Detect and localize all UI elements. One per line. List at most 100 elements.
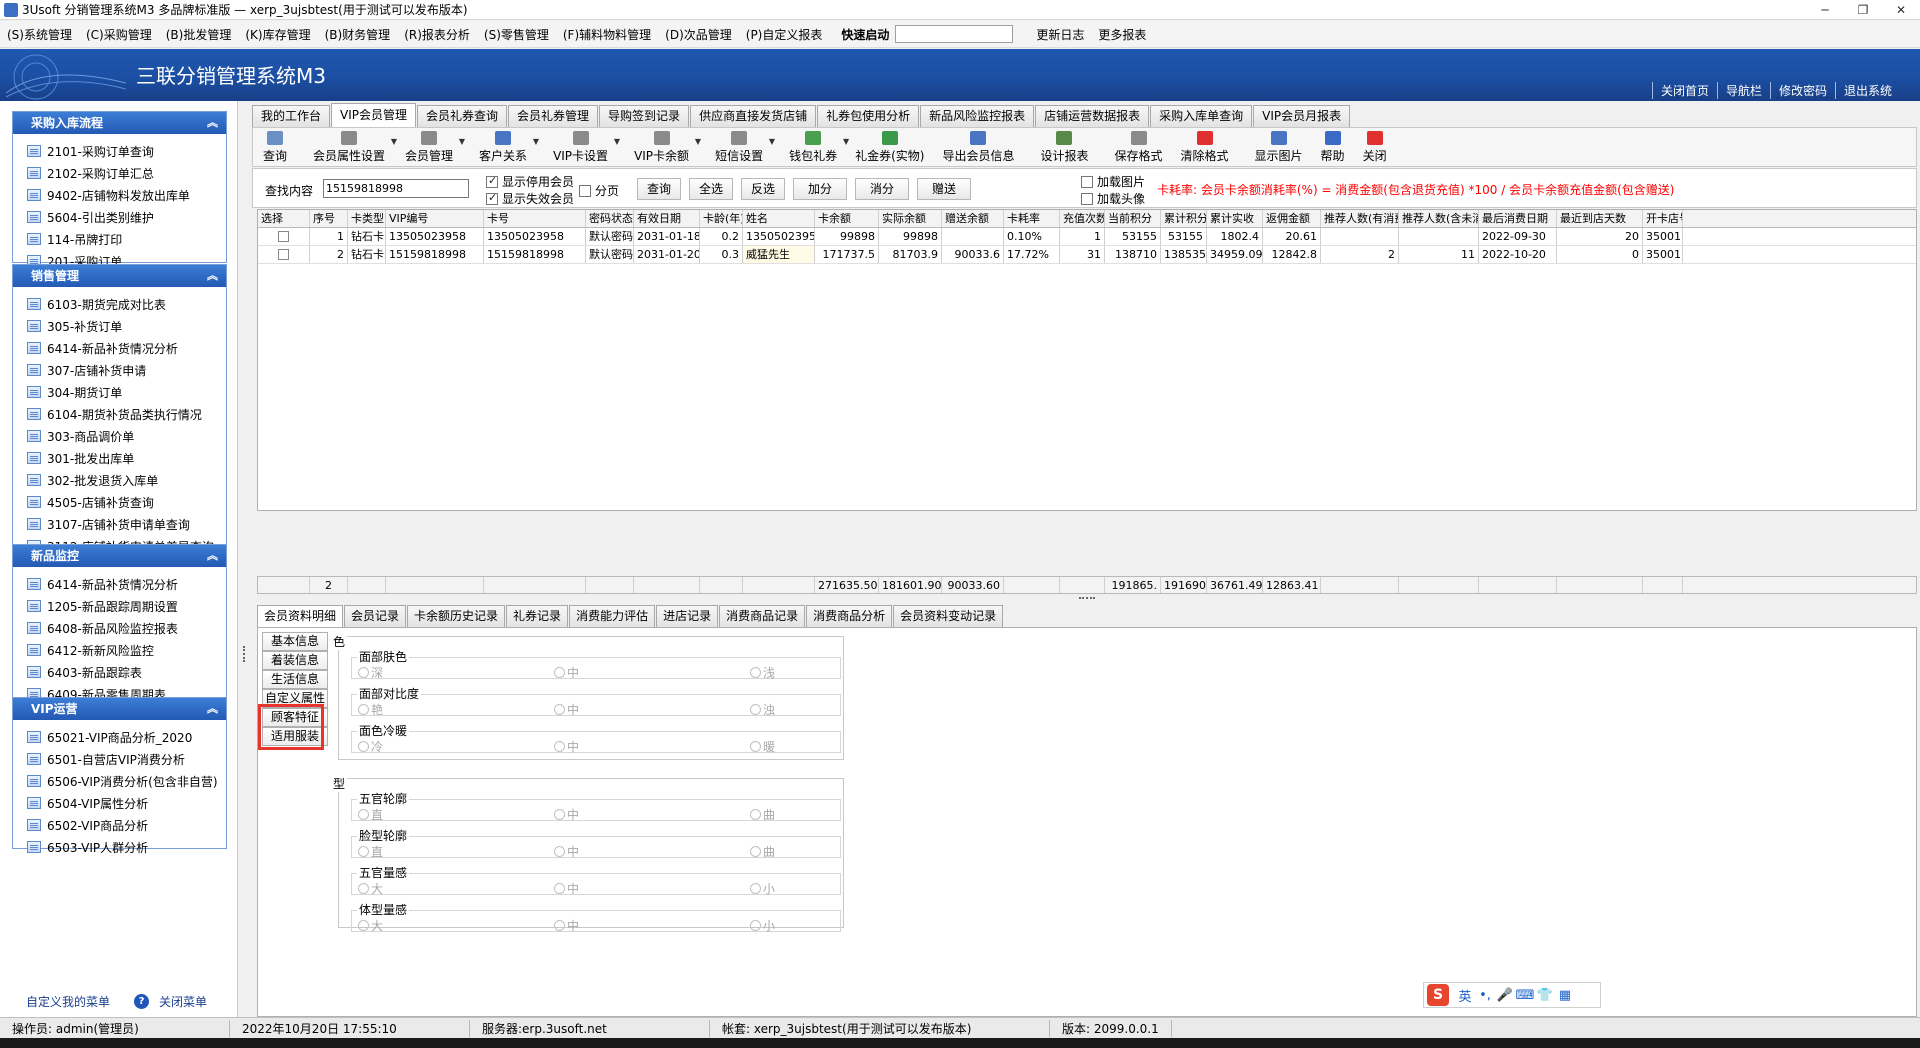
checkbox-icon[interactable]	[579, 184, 591, 197]
custom-menu-link[interactable]: 自定义我的菜单	[26, 993, 110, 1010]
dropdown-arrow-icon[interactable]: ▼	[695, 137, 701, 146]
collapse-icon[interactable]: ︽	[207, 545, 218, 567]
nav-item[interactable]: 5604-引出类别维护	[13, 206, 226, 228]
show-invalid-checkbox[interactable]: 显示失效会员	[486, 190, 574, 207]
radio-option[interactable]: 暖	[750, 738, 775, 755]
nav-item[interactable]: 114-吊牌打印	[13, 228, 226, 250]
radio-option[interactable]: 冷	[358, 738, 383, 755]
gift-button[interactable]: 赠送	[917, 178, 971, 200]
nav-item[interactable]: 305-补货订单	[13, 315, 226, 337]
add-points-button[interactable]: 加分	[793, 178, 847, 200]
nav-item[interactable]: 303-商品调价单	[13, 425, 226, 447]
radio-option[interactable]: 直	[358, 843, 383, 860]
nav-item[interactable]: 301-批发出库单	[13, 447, 226, 469]
dropdown-arrow-icon[interactable]: ▼	[769, 137, 775, 146]
grid-column-header[interactable]: 推荐人数(有消费)	[1321, 210, 1399, 227]
menu-purchase[interactable]: (C)采购管理	[79, 26, 159, 43]
ime-punctuation-icon[interactable]: •,	[1475, 988, 1495, 1003]
radio-icon[interactable]	[554, 667, 565, 678]
main-tab[interactable]: VIP会员管理	[331, 103, 417, 127]
grid-column-header[interactable]: 有效日期	[634, 210, 700, 227]
nav-item[interactable]: 1205-新品跟踪周期设置	[13, 595, 226, 617]
radio-option[interactable]: 浅	[750, 664, 775, 681]
grid-column-header[interactable]: 密码状态	[586, 210, 634, 227]
toolbar-button[interactable]: 关闭	[1357, 131, 1393, 166]
toolbar-button[interactable]: 礼金券(实物)	[849, 131, 930, 166]
radio-icon[interactable]	[554, 846, 565, 857]
radio-icon[interactable]	[554, 741, 565, 752]
ime-voice-icon[interactable]: 🎤	[1495, 988, 1515, 1003]
radio-option[interactable]: 大	[358, 880, 383, 897]
nav-item[interactable]: 6414-新品补货情况分析	[13, 573, 226, 595]
radio-option[interactable]: 大	[358, 917, 383, 934]
radio-icon[interactable]	[750, 846, 761, 857]
main-tab[interactable]: VIP会员月报表	[1253, 105, 1351, 127]
radio-option[interactable]: 中	[554, 738, 579, 755]
change-password-link[interactable]: 修改密码	[1769, 82, 1835, 99]
ime-skin-icon[interactable]: 👕	[1535, 988, 1555, 1003]
grid-column-header[interactable]: 推荐人数(含未消费)	[1399, 210, 1479, 227]
toolbar-button[interactable]: 设计报表	[1034, 131, 1094, 166]
ime-toolbar[interactable]: S 英 •, 🎤 ⌨ 👕 ▦	[1423, 982, 1601, 1008]
dropdown-arrow-icon[interactable]: ▼	[391, 137, 397, 146]
search-input[interactable]: 15159818998	[323, 179, 469, 198]
collapse-icon[interactable]: ︽	[207, 112, 218, 134]
radio-option[interactable]: 曲	[750, 806, 775, 823]
nav-item[interactable]: 6412-新新风险监控	[13, 639, 226, 661]
nav-item[interactable]: 302-批发退货入库单	[13, 469, 226, 491]
main-tab[interactable]: 礼券包使用分析	[817, 105, 920, 127]
invert-selection-button[interactable]: 反选	[741, 178, 785, 200]
grid-column-header[interactable]: 开卡店号	[1643, 210, 1683, 227]
grid-column-header[interactable]: 卡余额	[815, 210, 879, 227]
main-tab[interactable]: 店铺运营数据报表	[1035, 105, 1150, 127]
quick-start-input[interactable]	[895, 25, 1014, 43]
toolbar-button[interactable]: 钱包礼券 ▼	[783, 131, 849, 166]
radio-option[interactable]: 深	[358, 664, 383, 681]
radio-icon[interactable]	[358, 846, 369, 857]
checkbox-icon[interactable]	[1081, 192, 1093, 205]
nav-group-header[interactable]: 采购入库流程 ︽	[13, 112, 226, 134]
grid-column-header[interactable]: 卡耗率	[1004, 210, 1060, 227]
menu-reports[interactable]: (R)报表分析	[397, 26, 477, 43]
horizontal-splitter[interactable]	[257, 595, 1917, 603]
query-button[interactable]: 查询	[637, 178, 681, 200]
detail-tab[interactable]: 消费能力评估	[569, 605, 656, 627]
grid-column-header[interactable]: 当前积分	[1105, 210, 1161, 227]
row-select-cell[interactable]	[258, 228, 310, 245]
table-row[interactable]: 2 钻石卡 15159818998 15159818998 默认密码 2031-01-20…	[258, 246, 1916, 264]
menu-system[interactable]: (S)系统管理	[0, 26, 79, 43]
grid-column-header[interactable]: 序号	[310, 210, 348, 227]
nav-item[interactable]: 6104-期货补货品类执行情况	[13, 403, 226, 425]
grid-column-header[interactable]: 累计积分	[1161, 210, 1207, 227]
menu-changelog[interactable]: 更新日志	[1029, 26, 1091, 43]
toolbar-button[interactable]: 显示图片	[1249, 131, 1309, 166]
radio-icon[interactable]	[554, 883, 565, 894]
nav-group-header[interactable]: VIP运营 ︽	[13, 698, 226, 720]
toolbar-button[interactable]: 导出会员信息	[936, 131, 1020, 166]
radio-option[interactable]: 小	[750, 880, 775, 897]
radio-icon[interactable]	[358, 883, 369, 894]
radio-option[interactable]: 中	[554, 843, 579, 860]
grid-column-header[interactable]: 累计实收	[1207, 210, 1263, 227]
radio-option[interactable]: 小	[750, 917, 775, 934]
nav-item[interactable]: 3107-店铺补货申请单查询	[13, 513, 226, 535]
radio-icon[interactable]	[554, 809, 565, 820]
navigation-link[interactable]: 导航栏	[1716, 82, 1770, 99]
radio-icon[interactable]	[750, 741, 761, 752]
toolbar-button[interactable]: VIP卡设置 ▼	[547, 131, 620, 166]
checkbox-checked-icon[interactable]	[486, 191, 498, 205]
nav-item[interactable]: 6501-自营店VIP消费分析	[13, 748, 226, 770]
grid-column-header[interactable]: 卡号	[484, 210, 586, 227]
radio-option[interactable]: 浊	[750, 701, 775, 718]
menu-materials[interactable]: (F)辅料物料管理	[556, 26, 658, 43]
nav-item[interactable]: 2102-采购订单汇总	[13, 162, 226, 184]
nav-item[interactable]: 6414-新品补货情况分析	[13, 337, 226, 359]
table-row[interactable]: 1 钻石卡 13505023958 13505023958 默认密码 2031-01-18…	[258, 228, 1916, 246]
close-home-link[interactable]: 关闭首页	[1651, 82, 1717, 99]
radio-icon[interactable]	[750, 667, 761, 678]
menu-retail[interactable]: (S)零售管理	[477, 26, 556, 43]
nav-item[interactable]: 6504-VIP属性分析	[13, 792, 226, 814]
side-tab[interactable]: 生活信息	[262, 670, 328, 689]
splitter-grip[interactable]	[243, 646, 245, 662]
nav-group-header[interactable]: 销售管理 ︽	[13, 265, 226, 287]
